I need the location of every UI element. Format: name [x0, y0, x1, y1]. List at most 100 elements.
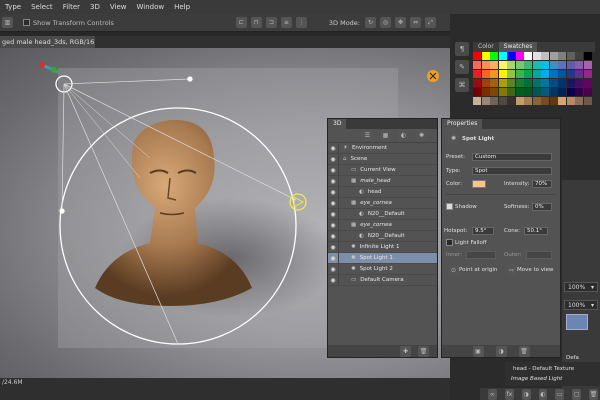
swatch[interactable]	[490, 52, 498, 60]
3d-layer-row[interactable]: ◉ ◐ N20__Default	[328, 208, 437, 220]
swatch[interactable]	[498, 79, 507, 87]
point-origin-icon[interactable]: ⊙	[448, 265, 459, 276]
visibility-eye-icon[interactable]: ◉	[328, 186, 339, 198]
clone-icon[interactable]: ⌘	[455, 78, 469, 92]
swatch[interactable]	[507, 70, 515, 78]
swatch[interactable]	[507, 88, 515, 96]
visibility-eye-icon[interactable]: ◉	[328, 274, 339, 286]
swatch[interactable]	[473, 97, 481, 105]
menu-view[interactable]: View	[105, 3, 132, 11]
swatch[interactable]	[532, 52, 541, 60]
visibility-eye-icon[interactable]: ◉	[328, 175, 339, 187]
fill-select[interactable]: 100% ▾	[564, 300, 598, 310]
tab-properties[interactable]: Properties	[442, 119, 483, 129]
visibility-eye-icon[interactable]: ◉	[328, 263, 339, 275]
swatch[interactable]	[473, 61, 481, 69]
trash-icon[interactable]: 🗑	[518, 345, 530, 357]
distribute-icon[interactable]: ≡	[280, 17, 292, 28]
swatch[interactable]	[490, 97, 498, 105]
swatch[interactable]	[549, 52, 558, 60]
swatch[interactable]	[549, 79, 558, 87]
swatch[interactable]	[490, 88, 498, 96]
roll-3d-icon[interactable]: ◎	[380, 17, 391, 28]
swatch[interactable]	[473, 88, 481, 96]
3d-layer-row[interactable]: ◉ ☀ Environment	[328, 142, 437, 154]
swatch[interactable]	[515, 70, 524, 78]
swatch[interactable]	[541, 88, 549, 96]
render-icon[interactable]: ▣	[472, 345, 484, 357]
filter-light-icon[interactable]: ✺	[416, 130, 427, 141]
visibility-eye-icon[interactable]: ◉	[328, 219, 339, 231]
swatch[interactable]	[583, 52, 592, 60]
visibility-eye-icon[interactable]: ◉	[328, 230, 339, 242]
menu-3d[interactable]: 3D	[85, 3, 105, 11]
swatch[interactable]	[532, 88, 541, 96]
swatch[interactable]	[566, 61, 575, 69]
swatch[interactable]	[549, 70, 558, 78]
filter-material-icon[interactable]: ◐	[398, 130, 409, 141]
swatch[interactable]	[566, 52, 575, 60]
swatch[interactable]	[481, 79, 490, 87]
filter-mesh-icon[interactable]: ▦	[380, 130, 391, 141]
swatch[interactable]	[532, 79, 541, 87]
menu-type[interactable]: Type	[0, 3, 26, 11]
layer-thumbnail[interactable]	[566, 314, 588, 330]
swatch[interactable]	[507, 79, 515, 87]
folder-icon[interactable]: ▭	[555, 388, 565, 400]
trash-icon[interactable]: 🗑	[418, 345, 429, 357]
swatch[interactable]	[481, 88, 490, 96]
tab-3d[interactable]: 3D	[328, 119, 347, 129]
shadow-checkbox[interactable]	[446, 203, 453, 210]
document-tab[interactable]: ged male head_3ds, RGB/16) *	[0, 36, 95, 48]
swatch[interactable]	[507, 52, 515, 60]
swatch[interactable]	[541, 97, 549, 105]
swatch[interactable]	[498, 97, 507, 105]
swatch[interactable]	[481, 70, 490, 78]
close-icon[interactable]	[427, 70, 439, 82]
swatch[interactable]	[515, 79, 524, 87]
swatch[interactable]	[515, 61, 524, 69]
swatch[interactable]	[575, 70, 583, 78]
swatch[interactable]	[549, 97, 558, 105]
trash-icon[interactable]: 🗑	[589, 388, 599, 400]
swatch[interactable]	[541, 70, 549, 78]
swatch[interactable]	[566, 88, 575, 96]
arrange-icon[interactable]: ▥	[2, 17, 13, 28]
opacity-select[interactable]: 100% ▾	[564, 282, 598, 292]
swatch[interactable]	[583, 70, 592, 78]
align-left-icon[interactable]: ⊏	[235, 17, 247, 28]
slide-3d-icon[interactable]: ⇔	[410, 17, 421, 28]
light-color-swatch[interactable]	[472, 180, 486, 188]
swatch[interactable]	[490, 70, 498, 78]
brush-icon[interactable]: ✎	[455, 60, 469, 74]
menu-window[interactable]: Window	[132, 3, 170, 11]
swatch[interactable]	[575, 97, 583, 105]
3d-layer-row[interactable]: ◉ ✺ Spot Light 1	[328, 252, 437, 264]
menu-filter[interactable]: Filter	[58, 3, 85, 11]
outer-input[interactable]	[526, 251, 552, 259]
inner-input[interactable]	[466, 251, 496, 259]
3d-layer-row[interactable]: ◉ ✺ Infinite Light 1	[328, 241, 437, 253]
type-select[interactable]: Spot	[472, 167, 552, 175]
move-view-icon[interactable]: ⇨	[506, 265, 517, 276]
swatch[interactable]	[558, 79, 566, 87]
fx-icon[interactable]: fx	[504, 388, 514, 400]
swatch[interactable]	[575, 88, 583, 96]
swatch[interactable]	[515, 52, 524, 60]
swatch[interactable]	[541, 79, 549, 87]
paragraph-icon[interactable]: ¶	[455, 42, 469, 56]
tab-color[interactable]: Color	[473, 42, 499, 52]
new-layer-icon[interactable]: ▢	[572, 388, 582, 400]
swatch[interactable]	[515, 88, 524, 96]
swatch[interactable]	[583, 88, 592, 96]
swatch[interactable]	[583, 97, 592, 105]
mask-icon[interactable]: ◑	[521, 388, 531, 400]
swatch[interactable]	[524, 79, 532, 87]
point-at-origin-button[interactable]: Point at origin	[459, 267, 497, 273]
swatch[interactable]	[541, 61, 549, 69]
new-light-icon[interactable]: ✚	[400, 345, 411, 357]
swatch[interactable]	[558, 97, 566, 105]
menu-help[interactable]: Help	[169, 3, 195, 11]
hotspot-input[interactable]: 9.5°	[472, 227, 494, 235]
rotate-3d-icon[interactable]: ↻	[365, 17, 376, 28]
